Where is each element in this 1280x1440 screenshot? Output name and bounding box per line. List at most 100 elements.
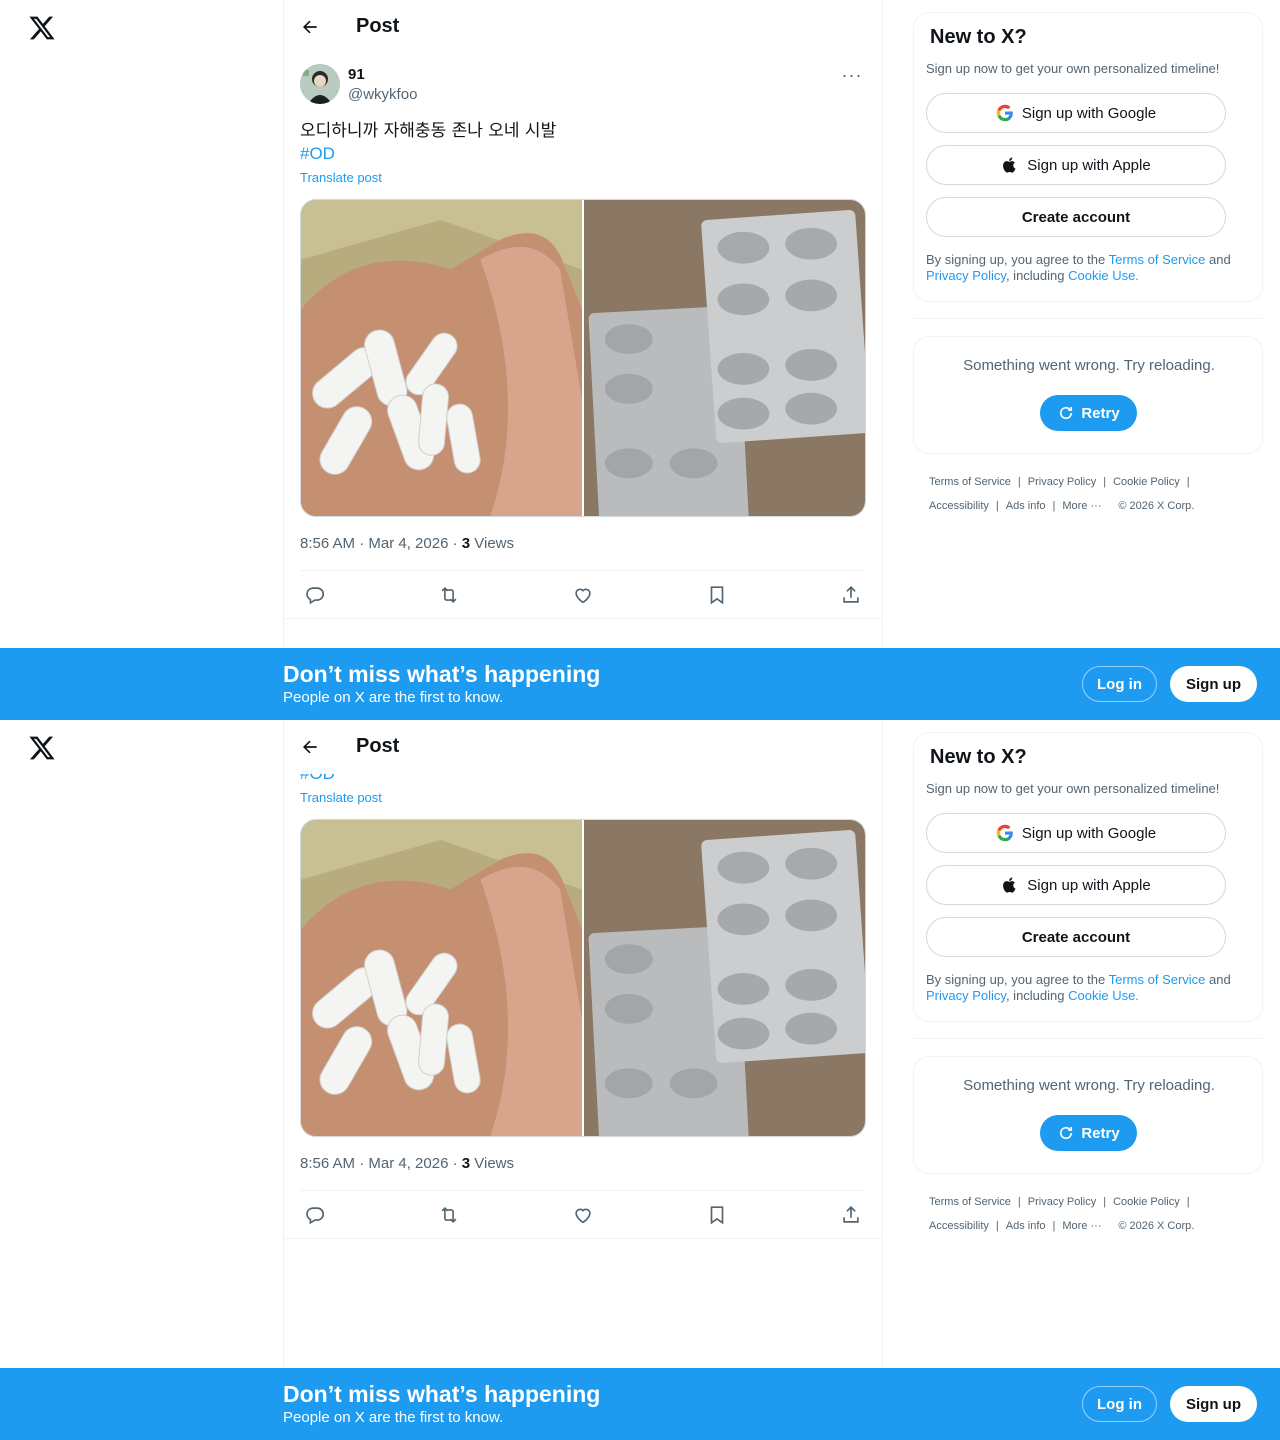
footer-more[interactable]: More ··· — [1062, 1214, 1101, 1238]
signup-terms: By signing up, you agree to the Terms of… — [926, 972, 1231, 1003]
cookie-link[interactable]: Cookie Use. — [1068, 268, 1139, 283]
footer-privacy[interactable]: Privacy Policy — [1028, 1190, 1096, 1214]
create-account-button[interactable]: Create account — [926, 197, 1226, 237]
primary-column: Post #OD Translate post — [283, 720, 883, 1440]
post-timestamp[interactable]: 8:56 AM · Mar 4, 2026 · 3 Views — [300, 535, 514, 552]
privacy-link[interactable]: Privacy Policy — [926, 988, 1006, 1003]
login-banner: Don’t miss what’s happening People on X … — [0, 1368, 1280, 1440]
retry-button[interactable]: Retry — [1040, 395, 1137, 431]
footer-accessibility[interactable]: Accessibility — [929, 494, 989, 518]
google-signup-button[interactable]: Sign up with Google — [926, 813, 1226, 853]
apple-icon — [1003, 157, 1016, 173]
repost-icon[interactable] — [438, 584, 460, 606]
banner-subtitle: People on X are the first to know. — [283, 689, 504, 706]
repost-icon[interactable] — [438, 1204, 460, 1226]
heart-icon[interactable] — [572, 584, 594, 606]
post-header: Post — [284, 0, 882, 54]
error-message: Something went wrong. Try reloading. — [963, 357, 1215, 374]
sidebar: New to X? Sign up now to get your own pe… — [913, 732, 1263, 1232]
post-media[interactable] — [300, 199, 866, 517]
divider — [913, 1038, 1263, 1039]
google-signup-button[interactable]: Sign up with Google — [926, 93, 1226, 133]
post-timestamp[interactable]: 8:56 AM · Mar 4, 2026 · 3 Views — [300, 1155, 514, 1172]
footer-terms[interactable]: Terms of Service — [929, 1190, 1011, 1214]
photo-pills-in-hand[interactable] — [301, 200, 582, 516]
trends-error-card: Something went wrong. Try reloading. Ret… — [913, 336, 1263, 454]
divider — [284, 618, 882, 619]
bookmark-icon[interactable] — [706, 1204, 728, 1226]
post-media[interactable] — [300, 819, 866, 1137]
arrow-left-icon[interactable] — [297, 734, 323, 760]
bookmark-icon[interactable] — [706, 584, 728, 606]
google-icon — [996, 104, 1013, 122]
footer-ads[interactable]: Ads info — [1006, 494, 1046, 518]
photo-blister-packs[interactable] — [584, 200, 865, 516]
sidebar: New to X? Sign up now to get your own pe… — [913, 12, 1263, 512]
post-actions — [300, 1191, 866, 1239]
footer-links: Terms of Service | Privacy Policy | Cookie P… — [929, 1190, 1249, 1238]
error-message: Something went wrong. Try reloading. — [963, 1077, 1215, 1094]
login-button[interactable]: Log in — [1082, 666, 1157, 702]
banner-title: Don’t miss what’s happening — [283, 661, 601, 687]
terms-link[interactable]: Terms of Service — [1109, 972, 1206, 987]
avatar[interactable] — [300, 64, 340, 104]
share-icon[interactable] — [840, 584, 862, 606]
page-title: Post — [356, 735, 400, 757]
photo-blister-packs[interactable] — [584, 820, 865, 1136]
footer-terms[interactable]: Terms of Service — [929, 470, 1011, 494]
x-logo-icon[interactable] — [28, 14, 56, 42]
signup-button[interactable]: Sign up — [1170, 1386, 1257, 1422]
views-count: 3 — [461, 535, 471, 552]
arrow-left-icon[interactable] — [297, 14, 323, 40]
share-icon[interactable] — [840, 1204, 862, 1226]
reply-icon[interactable] — [304, 584, 326, 606]
signup-terms: By signing up, you agree to the Terms of… — [926, 252, 1231, 283]
create-account-button[interactable]: Create account — [926, 917, 1226, 957]
views-count: 3 — [461, 1155, 471, 1172]
footer-cookie[interactable]: Cookie Policy — [1113, 1190, 1180, 1214]
signup-button[interactable]: Sign up — [1170, 666, 1257, 702]
login-banner: Don’t miss what’s happening People on X … — [0, 648, 1280, 720]
retry-button[interactable]: Retry — [1040, 1115, 1137, 1151]
hashtag-link[interactable]: #OD — [300, 144, 335, 164]
footer-ads[interactable]: Ads info — [1006, 1214, 1046, 1238]
signup-card: New to X? Sign up now to get your own pe… — [913, 12, 1263, 302]
google-icon — [996, 824, 1013, 842]
signup-title: New to X? — [930, 26, 1027, 48]
footer-copyright: © 2026 X Corp. — [1118, 500, 1195, 512]
more-icon[interactable]: ··· — [838, 64, 866, 86]
footer-more[interactable]: More ··· — [1062, 494, 1101, 518]
user-handle[interactable]: @wkykfoo — [348, 86, 417, 103]
post-actions — [300, 571, 866, 619]
primary-column: Post 91 @wkykfoo ··· 오디하니까 자해충동 존나 오네 시발… — [283, 0, 883, 720]
page-title: Post — [356, 15, 400, 37]
apple-signup-label: Sign up with Apple — [1027, 876, 1151, 894]
heart-icon[interactable] — [572, 1204, 594, 1226]
privacy-link[interactable]: Privacy Policy — [926, 268, 1006, 283]
apple-signup-button[interactable]: Sign up with Apple — [926, 145, 1226, 185]
page-frame-top: Post 91 @wkykfoo ··· 오디하니까 자해충동 존나 오네 시발… — [0, 0, 1280, 720]
post-header: Post — [284, 720, 882, 774]
divider — [284, 1238, 882, 1239]
google-signup-label: Sign up with Google — [1021, 824, 1157, 842]
post-text: 오디하니까 자해충동 존나 오네 시발 — [300, 121, 557, 141]
apple-signup-label: Sign up with Apple — [1027, 156, 1151, 174]
photo-pills-in-hand[interactable] — [301, 820, 582, 1136]
footer-cookie[interactable]: Cookie Policy — [1113, 470, 1180, 494]
apple-signup-button[interactable]: Sign up with Apple — [926, 865, 1226, 905]
footer-privacy[interactable]: Privacy Policy — [1028, 470, 1096, 494]
google-signup-label: Sign up with Google — [1021, 104, 1157, 122]
x-logo-icon[interactable] — [28, 734, 56, 762]
cookie-link[interactable]: Cookie Use. — [1068, 988, 1139, 1003]
login-button[interactable]: Log in — [1082, 1386, 1157, 1422]
signup-subtitle: Sign up now to get your own personalized… — [926, 61, 1220, 76]
footer-copyright: © 2026 X Corp. — [1118, 1220, 1195, 1232]
apple-icon — [1003, 877, 1016, 893]
translate-link[interactable]: Translate post — [300, 790, 382, 805]
refresh-icon — [1060, 406, 1073, 420]
display-name[interactable]: 91 — [348, 66, 365, 83]
reply-icon[interactable] — [304, 1204, 326, 1226]
footer-accessibility[interactable]: Accessibility — [929, 1214, 989, 1238]
terms-link[interactable]: Terms of Service — [1109, 252, 1206, 267]
translate-link[interactable]: Translate post — [300, 170, 382, 185]
